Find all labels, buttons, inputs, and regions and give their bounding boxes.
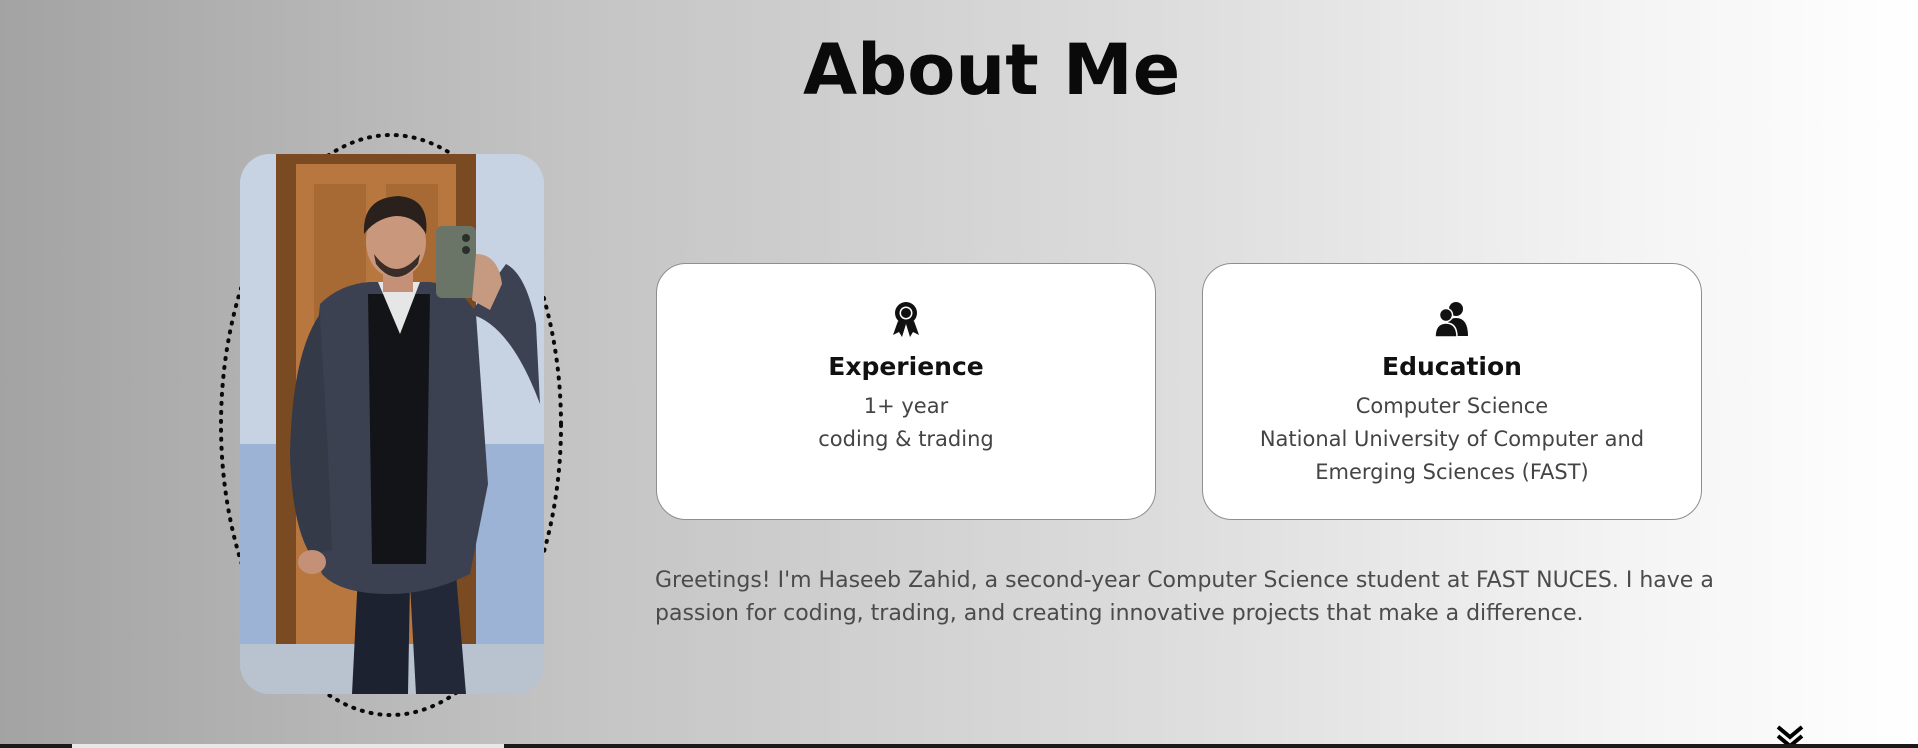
profile-photo [240, 154, 544, 694]
section-title: About Me [803, 28, 1181, 111]
users-icon [1435, 302, 1468, 338]
info-cards: Experience 1+ year coding & trading Educ… [656, 263, 1704, 522]
card-line: Computer Science [1355, 394, 1549, 418]
education-card: Education Computer Science National Univ… [1202, 263, 1702, 520]
experience-card: Experience 1+ year coding & trading [656, 263, 1156, 520]
award-icon [893, 302, 919, 337]
card-title: Education [1382, 352, 1522, 381]
card-description: 1+ year coding & trading [677, 390, 1135, 456]
card-line: National University of Computer and [1259, 427, 1645, 451]
divider-highlight [72, 744, 504, 748]
card-description: Computer Science National University of … [1223, 390, 1681, 489]
card-title: Experience [828, 352, 984, 381]
profile-photo-frame [216, 130, 566, 720]
section-divider [0, 744, 1918, 748]
card-line: Emerging Sciences (FAST) [1315, 460, 1589, 484]
card-line: coding & trading [818, 427, 994, 451]
bio-paragraph: Greetings! I'm Haseeb Zahid, a second-ye… [655, 568, 1714, 626]
card-line: 1+ year [863, 394, 949, 418]
